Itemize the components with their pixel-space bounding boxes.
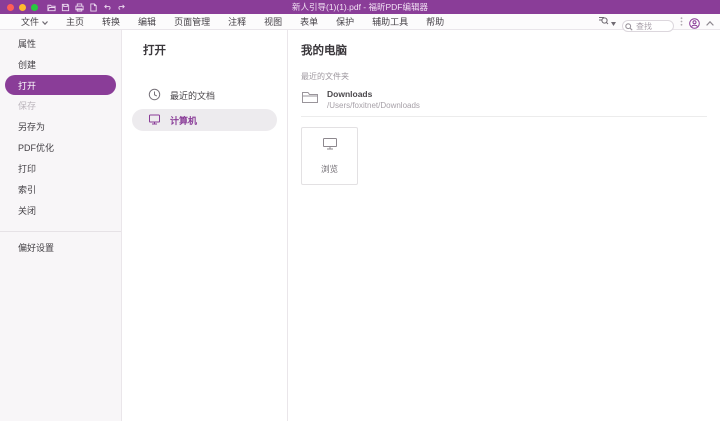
close-button[interactable] [7, 4, 14, 11]
search-box [622, 16, 674, 28]
sidebar-item-print[interactable]: 打印 [0, 158, 121, 179]
quick-access-toolbar [47, 3, 126, 12]
menu-tab-convert[interactable]: 转换 [93, 14, 129, 30]
menu-tab-label: 帮助 [426, 15, 444, 28]
folder-icon [301, 89, 319, 110]
sidebar-item-label: 打印 [18, 162, 36, 175]
title-bar: 新人引导(1)(1).pdf - 福昕PDF编辑器 [0, 0, 720, 14]
sidebar-item-label: 保存 [18, 99, 36, 112]
sidebar-item-create[interactable]: 创建 [0, 54, 121, 75]
menu-tab-label: 辅助工具 [372, 15, 408, 28]
menu-tab-accessibility[interactable]: 辅助工具 [363, 14, 417, 30]
redo-icon[interactable] [117, 3, 126, 12]
computer-icon [148, 113, 161, 128]
open-item-label: 计算机 [170, 114, 197, 127]
computer-panel: 我的电脑 最近的文件夹 Downloads /Users/foxitnet/Do… [288, 30, 720, 421]
sidebar-item-close[interactable]: 关闭 [0, 200, 121, 221]
minimize-button[interactable] [19, 4, 26, 11]
menu-tab-view[interactable]: 视图 [255, 14, 291, 30]
menu-tab-label: 文件 [21, 15, 39, 28]
search-icon [625, 18, 633, 36]
browse-button-label: 浏览 [321, 163, 338, 175]
open-icon[interactable] [47, 3, 56, 12]
recent-folders-divider [301, 116, 707, 117]
folder-path: /Users/foxitnet/Downloads [327, 101, 420, 110]
sidebar-item-open[interactable]: 打开 [5, 75, 116, 95]
sidebar-item-preferences[interactable]: 偏好设置 [0, 237, 121, 258]
chevron-down-icon [42, 17, 48, 27]
backstage-view: 属性 创建 打开 保存 另存为 PDF优化 打印 索引 关闭 偏好设置 打开 最… [0, 30, 720, 421]
dropdown-arrow-icon [611, 13, 616, 31]
browse-button[interactable]: 浏览 [301, 127, 358, 185]
menu-tab-edit[interactable]: 编辑 [129, 14, 165, 30]
sidebar-item-label: 索引 [18, 183, 36, 196]
sidebar-item-label: 另存为 [18, 120, 45, 133]
file-menu-sidebar: 属性 创建 打开 保存 另存为 PDF优化 打印 索引 关闭 偏好设置 [0, 30, 122, 421]
sidebar-item-save: 保存 [0, 95, 121, 116]
menu-tab-label: 主页 [66, 15, 84, 28]
sidebar-divider [0, 231, 121, 232]
sidebar-item-label: 打开 [18, 79, 36, 92]
menu-tab-comment[interactable]: 注释 [219, 14, 255, 30]
new-document-icon[interactable] [89, 3, 98, 12]
sidebar-item-label: 创建 [18, 58, 36, 71]
open-item-recent-documents[interactable]: 最近的文档 [132, 84, 277, 106]
open-location-list: 最近的文档 计算机 [132, 84, 277, 131]
traffic-lights [7, 4, 38, 11]
find-replace-button[interactable] [598, 13, 616, 31]
sidebar-item-pdf-optimize[interactable]: PDF优化 [0, 137, 121, 158]
menu-tab-label: 表单 [300, 15, 318, 28]
overflow-menu-icon[interactable] [680, 13, 683, 31]
open-panel-title: 打开 [132, 42, 277, 58]
menu-tab-home[interactable]: 主页 [57, 14, 93, 30]
menu-tab-label: 转换 [102, 15, 120, 28]
menubar-right-controls [598, 13, 714, 31]
collapse-toolbar-button[interactable] [706, 13, 714, 31]
sidebar-item-label: 偏好设置 [18, 241, 54, 254]
sidebar-item-label: 关闭 [18, 204, 36, 217]
find-replace-icon [598, 13, 609, 31]
menu-bar: 文件 主页 转换 编辑 页面管理 注释 视图 表单 保护 辅助工具 帮助 [0, 14, 720, 30]
menu-tab-label: 注释 [228, 15, 246, 28]
computer-panel-title: 我的电脑 [301, 42, 707, 58]
sidebar-item-label: PDF优化 [18, 141, 54, 154]
open-panel: 打开 最近的文档 计算机 [122, 30, 288, 421]
account-avatar[interactable] [689, 16, 700, 27]
sidebar-item-label: 属性 [18, 37, 36, 50]
folder-name: Downloads [327, 89, 420, 99]
menu-tab-form[interactable]: 表单 [291, 14, 327, 30]
open-item-label: 最近的文档 [170, 89, 215, 102]
menu-tab-label: 保护 [336, 15, 354, 28]
menu-tab-file[interactable]: 文件 [12, 14, 57, 30]
sidebar-item-save-as[interactable]: 另存为 [0, 116, 121, 137]
open-item-computer[interactable]: 计算机 [132, 109, 277, 131]
folder-info: Downloads /Users/foxitnet/Downloads [327, 89, 420, 110]
menu-tab-help[interactable]: 帮助 [417, 14, 453, 30]
save-icon[interactable] [61, 3, 70, 12]
monitor-icon [322, 137, 338, 156]
menu-tab-label: 页面管理 [174, 15, 210, 28]
zoom-button[interactable] [31, 4, 38, 11]
print-icon[interactable] [75, 3, 84, 12]
clock-icon [148, 88, 161, 103]
sidebar-item-index[interactable]: 索引 [0, 179, 121, 200]
recent-folders-label: 最近的文件夹 [301, 71, 707, 82]
recent-folder-item[interactable]: Downloads /Users/foxitnet/Downloads [301, 88, 707, 110]
menu-tab-page-management[interactable]: 页面管理 [165, 14, 219, 30]
undo-icon[interactable] [103, 3, 112, 12]
menu-tab-protect[interactable]: 保护 [327, 14, 363, 30]
sidebar-item-properties[interactable]: 属性 [0, 33, 121, 54]
menu-tab-label: 编辑 [138, 15, 156, 28]
menu-tab-label: 视图 [264, 15, 282, 28]
